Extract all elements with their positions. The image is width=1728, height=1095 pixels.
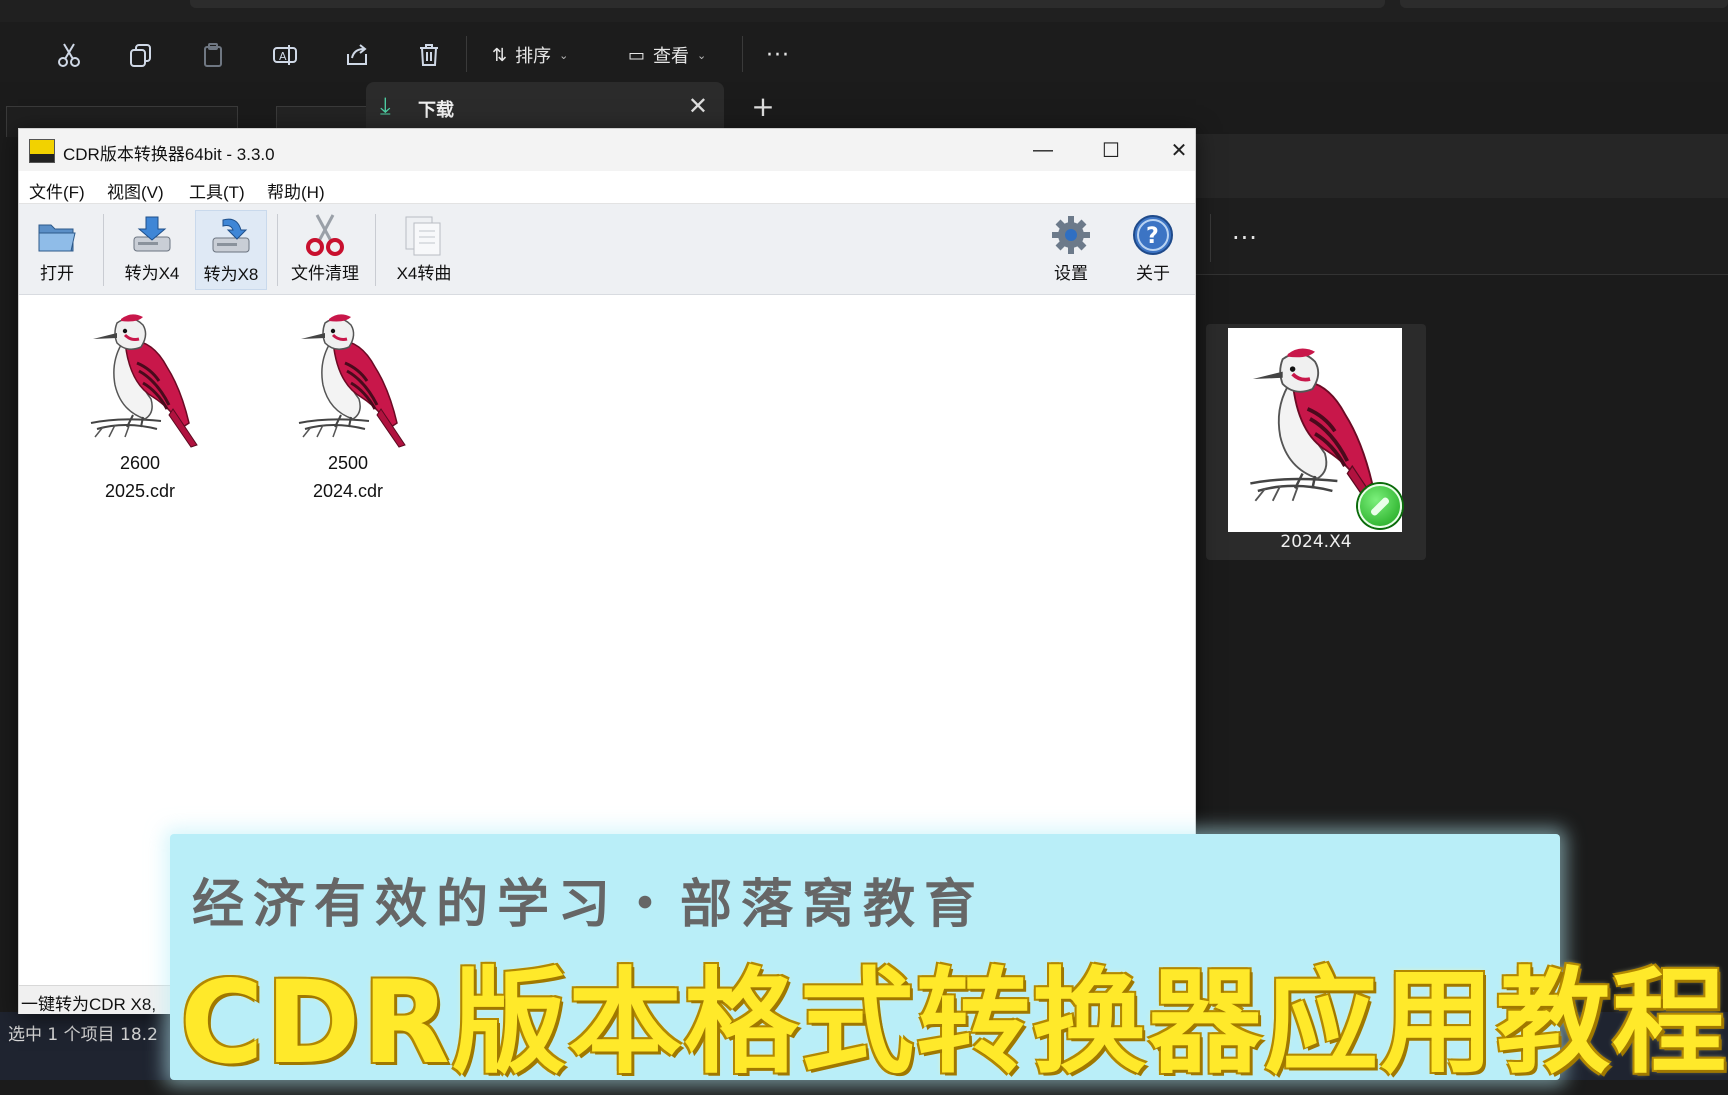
gear-icon (1049, 213, 1093, 257)
explorer-secondary-toolbar (1190, 198, 1728, 275)
toolbar-divider (466, 36, 467, 72)
green-check-badge-icon (1358, 484, 1402, 528)
tutorial-banner: 经济有效的学习・部落窝教育 CDR版本格式转换器应用教程 (170, 834, 1726, 1089)
close-button[interactable]: ✕ (1157, 135, 1201, 165)
menu-view[interactable]: 视图(V) (107, 178, 164, 203)
new-tab-button[interactable]: + (748, 90, 778, 123)
file-item[interactable]: 2500 2024.cdr (263, 305, 433, 505)
file-name-line2: 2024.cdr (312, 481, 384, 501)
file-thumbnail-selected[interactable]: 2024.X4 (1206, 324, 1426, 560)
window-titlebar[interactable]: CDR版本转换器64bit - 3.3.0 — ☐ ✕ (19, 129, 1195, 171)
chevron-down-icon: ⌄ (559, 48, 569, 62)
minimize-button[interactable]: — (1021, 135, 1065, 165)
open-label: 打开 (40, 264, 74, 283)
x4-curve-label: X4转曲 (396, 264, 452, 283)
view-label: 查看 (653, 46, 690, 67)
banner-subtitle: 经济有效的学习・部落窝教育 (192, 875, 986, 935)
banner-title: CDR版本格式转换器应用教程 (180, 956, 1728, 1089)
maximize-button[interactable]: ☐ (1089, 135, 1133, 165)
convert-to-x4-button[interactable]: 转为X4 (117, 210, 187, 288)
about-label: 关于 (1136, 264, 1170, 283)
explorer-status-text: 选中 1 个项目 18.2 (8, 1025, 158, 1045)
copy-icon[interactable] (126, 40, 156, 70)
svg-text:?: ? (1146, 224, 1159, 249)
rename-icon[interactable]: A (270, 40, 300, 70)
more-options-button[interactable]: ··· (766, 40, 790, 70)
folder-open-icon (35, 213, 79, 257)
help-question-icon: ? (1131, 213, 1175, 257)
file-name-line1: 2500 (327, 453, 369, 473)
to-x8-label: 转为X8 (203, 265, 259, 284)
address-bar-ghost (190, 0, 1385, 8)
x4-curve-button[interactable]: X4转曲 (383, 210, 465, 288)
settings-label: 设置 (1054, 264, 1088, 283)
view-icon: ▭ (628, 44, 646, 66)
toolbar-divider (1210, 214, 1211, 262)
convert-to-x8-button[interactable]: 转为X8 (195, 210, 267, 290)
file-name-line2: 2025.cdr (104, 481, 176, 501)
file-clean-button[interactable]: 文件清理 (285, 210, 365, 288)
ribbon-toolbar: 打开 转为X4 转为X8 文件清理 X4转曲 设置 ? 关于 (19, 204, 1195, 295)
settings-button[interactable]: 设置 (1041, 210, 1101, 288)
toolbar-divider (742, 36, 743, 72)
explorer-toolbar: A ⇅ 排序 ⌄ ▭ 查看 ⌄ ··· (0, 22, 1728, 82)
convert-x8-icon (209, 214, 253, 258)
delete-icon[interactable] (414, 40, 444, 70)
menu-file[interactable]: 文件(F) (29, 178, 85, 203)
download-icon: ⤓ (380, 92, 391, 120)
bird-file-icon (298, 314, 406, 448)
file-name-line1: 2600 (119, 453, 161, 473)
menu-tools[interactable]: 工具(T) (189, 178, 245, 203)
about-button[interactable]: ? 关于 (1123, 210, 1183, 288)
explorer-title-strip (0, 0, 1728, 22)
app-logo-icon (29, 139, 55, 163)
tab-downloads[interactable]: ⤓ 下载 ✕ (366, 82, 724, 134)
ribbon-divider (277, 214, 278, 286)
document-stack-icon (402, 213, 446, 257)
to-x4-label: 转为X4 (124, 264, 180, 283)
convert-x4-icon (130, 213, 174, 257)
chevron-down-icon: ⌄ (697, 48, 707, 62)
status-text: 一键转为CDR X8, (21, 995, 157, 1014)
sort-label: 排序 (515, 46, 552, 67)
sort-icon: ⇅ (492, 44, 508, 66)
menu-help[interactable]: 帮助(H) (267, 178, 325, 203)
close-tab-icon[interactable]: ✕ (688, 92, 708, 120)
ribbon-divider (375, 214, 376, 286)
paste-icon[interactable] (198, 40, 228, 70)
window-title: CDR版本转换器64bit - 3.3.0 (63, 145, 275, 164)
ribbon-divider (103, 214, 104, 286)
thumbnail-label: 2024.X4 (1280, 532, 1352, 552)
file-item[interactable]: 2600 2025.cdr (55, 305, 225, 505)
cut-icon[interactable] (54, 40, 84, 70)
clean-label: 文件清理 (291, 264, 359, 283)
menu-bar: 文件(F) 视图(V) 工具(T) 帮助(H) (19, 171, 1195, 204)
open-button[interactable]: 打开 (27, 210, 87, 288)
search-bar-ghost (1400, 0, 1728, 8)
sort-button[interactable]: ⇅ 排序 ⌄ (492, 40, 568, 70)
tab-title: 下载 (418, 100, 454, 121)
explorer-address-area (1190, 134, 1728, 198)
view-button[interactable]: ▭ 查看 ⌄ (628, 40, 706, 70)
share-icon[interactable] (342, 40, 372, 70)
more-options-button[interactable]: ··· (1232, 224, 1258, 252)
bird-file-icon (90, 314, 198, 448)
svg-text:A: A (279, 50, 287, 63)
scissors-icon (303, 213, 347, 257)
